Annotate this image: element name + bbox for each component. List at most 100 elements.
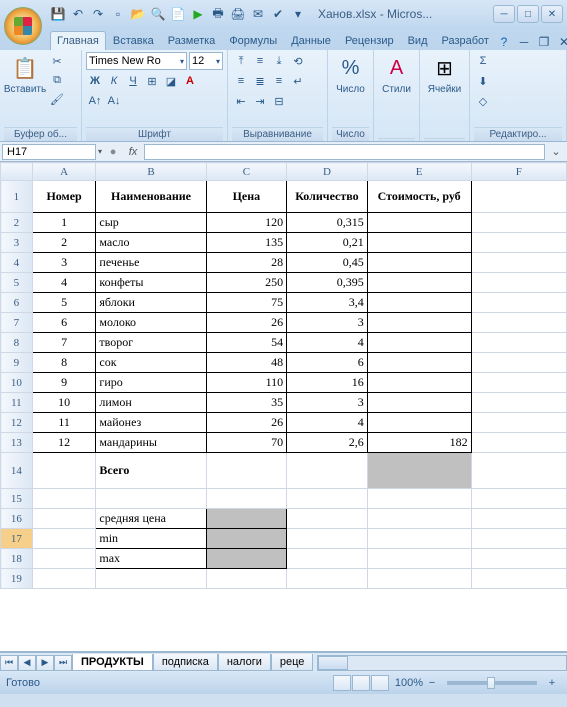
office-button[interactable] [4,7,42,45]
decrease-indent-button[interactable]: ⇤ [232,92,250,110]
cell[interactable]: 3,4 [287,293,368,313]
underline-button[interactable]: Ч [124,72,142,90]
cell[interactable]: 182 [367,433,471,453]
tab-review[interactable]: Рецензир [338,31,401,50]
cells-button[interactable]: ⊞Ячейки [424,52,465,97]
cell[interactable]: max [96,549,206,569]
name-box[interactable]: H17 [2,144,96,160]
run-icon[interactable]: ▶ [190,6,206,22]
cell[interactable]: 26 [206,413,287,433]
cell[interactable] [471,333,566,353]
cell[interactable] [471,181,566,213]
cell[interactable] [471,453,566,489]
cell[interactable] [206,569,287,589]
row-header[interactable]: 12 [1,413,33,433]
zoom-in-icon[interactable]: + [543,674,561,692]
cell[interactable] [471,569,566,589]
undo-icon[interactable]: ↶ [70,6,86,22]
cell[interactable] [287,489,368,509]
cell[interactable]: 54 [206,333,287,353]
row-header[interactable]: 17 [1,529,33,549]
cell[interactable] [32,549,96,569]
cell[interactable]: 26 [206,313,287,333]
col-header-F[interactable]: F [471,163,566,181]
row-header[interactable]: 6 [1,293,33,313]
cell[interactable] [471,529,566,549]
cell[interactable]: Количество [287,181,368,213]
cell[interactable] [367,333,471,353]
cell[interactable]: сок [96,353,206,373]
cancel-formula-icon[interactable]: ● [104,144,122,160]
cell[interactable] [471,433,566,453]
cell[interactable]: Стоимость, руб [367,181,471,213]
redo-icon[interactable]: ↷ [90,6,106,22]
copy-icon[interactable]: ⧉ [48,71,66,89]
row-header[interactable]: 8 [1,333,33,353]
row-header[interactable]: 14 [1,453,33,489]
save-icon[interactable]: 💾 [50,6,66,22]
cell[interactable]: 11 [32,413,96,433]
col-header-C[interactable]: C [206,163,287,181]
cell[interactable]: 3 [287,313,368,333]
cell[interactable]: 4 [287,333,368,353]
sheet-last-icon[interactable]: ⏭ [54,655,72,671]
cell[interactable]: Номер [32,181,96,213]
cell[interactable]: лимон [96,393,206,413]
preview-icon[interactable]: 📄 [170,6,186,22]
minimize-ribbon-icon[interactable]: ─ [516,34,532,50]
cell[interactable]: 70 [206,433,287,453]
cell[interactable] [32,453,96,489]
cell[interactable]: 6 [32,313,96,333]
number-format-button[interactable]: %Число [332,52,369,97]
cell[interactable] [367,373,471,393]
col-header-A[interactable]: A [32,163,96,181]
spreadsheet-grid[interactable]: A B C D E F 1НомерНаименованиеЦенаКоличе… [0,162,567,652]
bold-button[interactable]: Ж [86,72,104,90]
styles-button[interactable]: AСтили [378,52,415,97]
sheet-tab-products[interactable]: ПРОДУКТЫ [72,654,153,671]
row-header[interactable]: 3 [1,233,33,253]
open-icon[interactable]: 📂 [130,6,146,22]
cell[interactable]: средняя цена [96,509,206,529]
grow-font-button[interactable]: A↑ [86,92,104,110]
formula-input[interactable] [144,144,545,160]
cell[interactable] [367,413,471,433]
cell[interactable]: Всего [96,453,206,489]
cell[interactable] [367,489,471,509]
cell[interactable]: 4 [287,413,368,433]
cut-icon[interactable]: ✂ [48,52,66,70]
page-layout-view-icon[interactable] [352,675,370,691]
cell[interactable]: Наименование [96,181,206,213]
cell[interactable] [367,273,471,293]
tab-home[interactable]: Главная [50,31,106,50]
format-painter-icon[interactable]: 🖌 [48,90,66,108]
row-header[interactable]: 10 [1,373,33,393]
font-name-combo[interactable]: Times New Ro▾ [86,52,187,70]
align-center-button[interactable]: ≣ [251,72,269,90]
row-header[interactable]: 5 [1,273,33,293]
row-header[interactable]: 18 [1,549,33,569]
cell[interactable]: 3 [32,253,96,273]
row-header[interactable]: 13 [1,433,33,453]
tab-formulas[interactable]: Формулы [222,31,284,50]
cell[interactable]: 10 [32,393,96,413]
cell[interactable]: майонез [96,413,206,433]
cell[interactable]: 12 [32,433,96,453]
cell[interactable]: 250 [206,273,287,293]
fill-button[interactable]: ⬇ [474,72,492,90]
new-icon[interactable]: ▫ [110,6,126,22]
cell[interactable] [471,393,566,413]
cell[interactable] [367,233,471,253]
cell[interactable] [367,313,471,333]
cell[interactable] [367,213,471,233]
cell[interactable] [471,413,566,433]
tab-data[interactable]: Данные [284,31,338,50]
tab-insert[interactable]: Вставка [106,31,161,50]
cell[interactable] [32,489,96,509]
font-color-button[interactable]: А [181,72,199,90]
sheet-tab-taxes[interactable]: налоги [218,654,271,671]
sheet-first-icon[interactable]: ⏮ [0,655,18,671]
cell[interactable]: 28 [206,253,287,273]
maximize-button[interactable]: □ [517,5,539,23]
wrap-text-button[interactable]: ↵ [289,72,307,90]
